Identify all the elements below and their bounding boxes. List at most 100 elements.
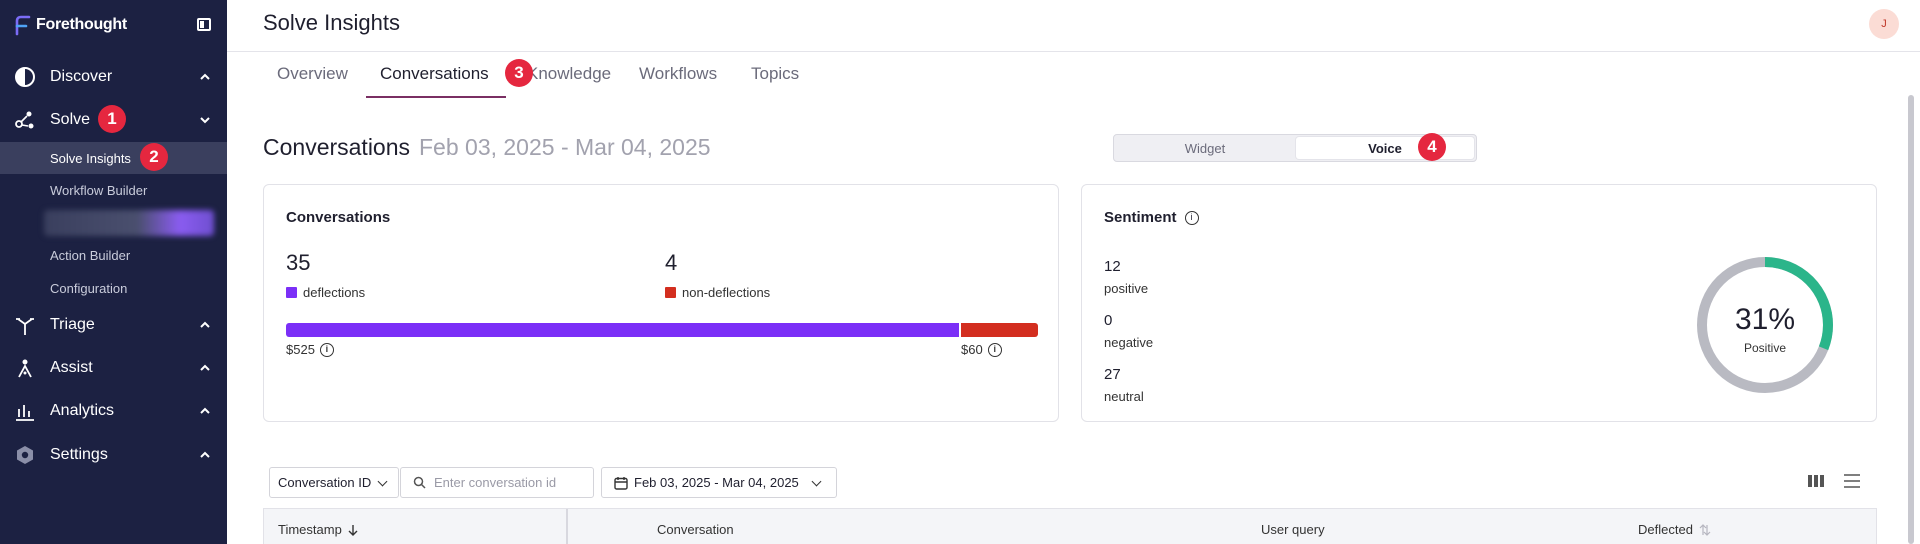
page-scrollbar[interactable] — [1908, 95, 1914, 544]
section-title: Conversations — [263, 134, 411, 160]
date-range-picker[interactable]: Feb 03, 2025 - Mar 04, 2025 — [601, 467, 837, 498]
annotation-badge-4: 4 — [1418, 133, 1446, 161]
field-select[interactable]: Conversation ID — [269, 467, 399, 498]
sidebar-item-analytics[interactable]: Analytics — [0, 391, 227, 431]
chevron-up-icon — [200, 364, 210, 371]
column-header-label: User query — [1261, 522, 1325, 537]
toggle-widget[interactable]: Widget — [1116, 137, 1294, 159]
half-circle-icon — [15, 67, 35, 87]
sidebar-item-label: Analytics — [50, 402, 115, 419]
blurred-sidebar-item[interactable] — [44, 210, 214, 236]
nodes-icon — [15, 111, 34, 129]
column-header-label: Conversation — [657, 522, 734, 537]
column-header-conversation[interactable]: Conversation — [657, 522, 734, 537]
sidebar-subitem-solve-insights[interactable]: Solve Insights — [0, 142, 227, 174]
search-input[interactable] — [434, 475, 584, 490]
card-title: Sentiment i — [1104, 209, 1199, 226]
hexagon-gear-icon — [17, 446, 33, 464]
app-name: Forethought — [36, 16, 127, 33]
page-title: Solve Insights — [263, 10, 400, 35]
neutral-count: 27 — [1104, 366, 1121, 383]
person-spark-icon — [18, 359, 32, 378]
column-resize-handle[interactable] — [566, 509, 568, 544]
sidebar-subitem-label: Workflow Builder — [50, 182, 148, 198]
conversations-card: Conversations 35 deflections 4 non-defle… — [263, 184, 1059, 422]
info-icon[interactable]: i — [319, 342, 334, 357]
positive-count: 12 — [1104, 258, 1121, 275]
non-deflections-count: 4 — [665, 250, 678, 275]
info-icon[interactable]: i — [1184, 210, 1199, 225]
card-title: Conversations — [286, 209, 391, 226]
deflections-savings-value: $525 — [286, 342, 315, 357]
non-deflections-label: non-deflections — [682, 285, 771, 300]
tab-overview[interactable]: Overview — [277, 64, 348, 84]
sidebar-subitem-workflow-builder[interactable]: Workflow Builder — [0, 174, 227, 206]
avatar[interactable]: J — [1869, 9, 1899, 39]
info-icon[interactable]: i — [987, 342, 1002, 357]
chevron-down-icon — [377, 476, 388, 486]
annotation-badge-3: 3 — [505, 59, 533, 87]
toggle-voice[interactable]: Voice — [1296, 137, 1474, 159]
column-header-timestamp[interactable]: Timestamp — [278, 522, 358, 537]
chevron-up-icon — [200, 407, 210, 414]
non-deflections-legend: non-deflections — [665, 285, 770, 300]
sidebar-item-discover[interactable]: Discover — [0, 57, 227, 97]
sidebar: Forethought Discover Solve 1 Solve Insig… — [0, 0, 227, 544]
non-deflections-swatch — [665, 287, 676, 298]
search-icon — [413, 476, 426, 489]
chevron-down-icon — [200, 117, 210, 124]
forethought-logo-icon — [15, 15, 31, 36]
sidebar-item-label: Solve — [50, 111, 91, 128]
column-header-label: Deflected — [1638, 522, 1693, 537]
chevron-down-icon — [811, 476, 822, 486]
sidebar-item-label: Discover — [50, 68, 113, 85]
negative-label: negative — [1104, 335, 1154, 350]
sidebar-subitem-label: Action Builder — [50, 247, 131, 263]
deflections-label: deflections — [303, 285, 366, 300]
sort-icon[interactable] — [1699, 523, 1711, 536]
sidebar-item-triage[interactable]: Triage — [0, 305, 227, 345]
deflections-savings: $525 i — [286, 342, 334, 357]
tab-conversations[interactable]: Conversations — [380, 64, 489, 84]
tab-topics[interactable]: Topics — [751, 64, 799, 84]
donut-percent: 31% — [1734, 303, 1796, 336]
sidebar-item-assist[interactable]: Assist — [0, 348, 227, 388]
tab-knowledge[interactable]: Knowledge — [527, 64, 611, 84]
sidebar-subitem-action-builder[interactable]: Action Builder — [0, 239, 227, 271]
column-view-icon[interactable] — [1807, 473, 1825, 489]
search-box[interactable] — [400, 467, 594, 498]
tab-workflows[interactable]: Workflows — [639, 64, 717, 84]
chevron-up-icon — [200, 73, 210, 80]
sentiment-card: Sentiment i 12 positive 0 negative 27 ne… — [1081, 184, 1877, 422]
column-header-deflected[interactable]: Deflected — [1638, 522, 1711, 537]
bar-chart-icon — [16, 405, 34, 421]
deflections-swatch — [286, 287, 297, 298]
section-date-range: Feb 03, 2025 - Mar 04, 2025 — [419, 134, 711, 160]
top-bar: Solve Insights J — [227, 0, 1920, 52]
field-select-value: Conversation ID — [278, 475, 372, 490]
chevron-up-icon — [200, 451, 210, 458]
column-header-user-query[interactable]: User query — [1261, 522, 1325, 537]
chevron-up-icon — [200, 321, 210, 328]
non-deflections-bar — [961, 323, 1038, 337]
sidebar-item-label: Assist — [50, 359, 93, 376]
sidebar-subitem-label: Solve Insights — [50, 150, 131, 166]
table-header: Timestamp Conversation User query Deflec… — [263, 508, 1877, 544]
sort-descending-icon[interactable] — [348, 524, 358, 536]
deflections-legend: deflections — [286, 285, 365, 300]
sidebar-subitem-configuration[interactable]: Configuration — [0, 272, 227, 304]
annotation-badge-1: 1 — [98, 105, 126, 133]
sidebar-item-settings[interactable]: Settings — [0, 435, 227, 475]
date-range-value: Feb 03, 2025 - Mar 04, 2025 — [634, 475, 799, 490]
non-deflections-cost-value: $60 — [961, 342, 983, 357]
app-logo[interactable]: Forethought — [14, 14, 127, 36]
negative-count: 0 — [1104, 312, 1113, 329]
non-deflections-cost: $60 i — [961, 342, 1002, 357]
column-header-label: Timestamp — [278, 522, 342, 537]
list-view-icon[interactable] — [1843, 473, 1861, 489]
deflections-count: 35 — [286, 250, 311, 275]
neutral-label: neutral — [1104, 389, 1144, 404]
fork-icon — [16, 318, 34, 335]
sidebar-collapse-icon[interactable] — [197, 18, 211, 31]
deflections-bar — [286, 323, 959, 337]
